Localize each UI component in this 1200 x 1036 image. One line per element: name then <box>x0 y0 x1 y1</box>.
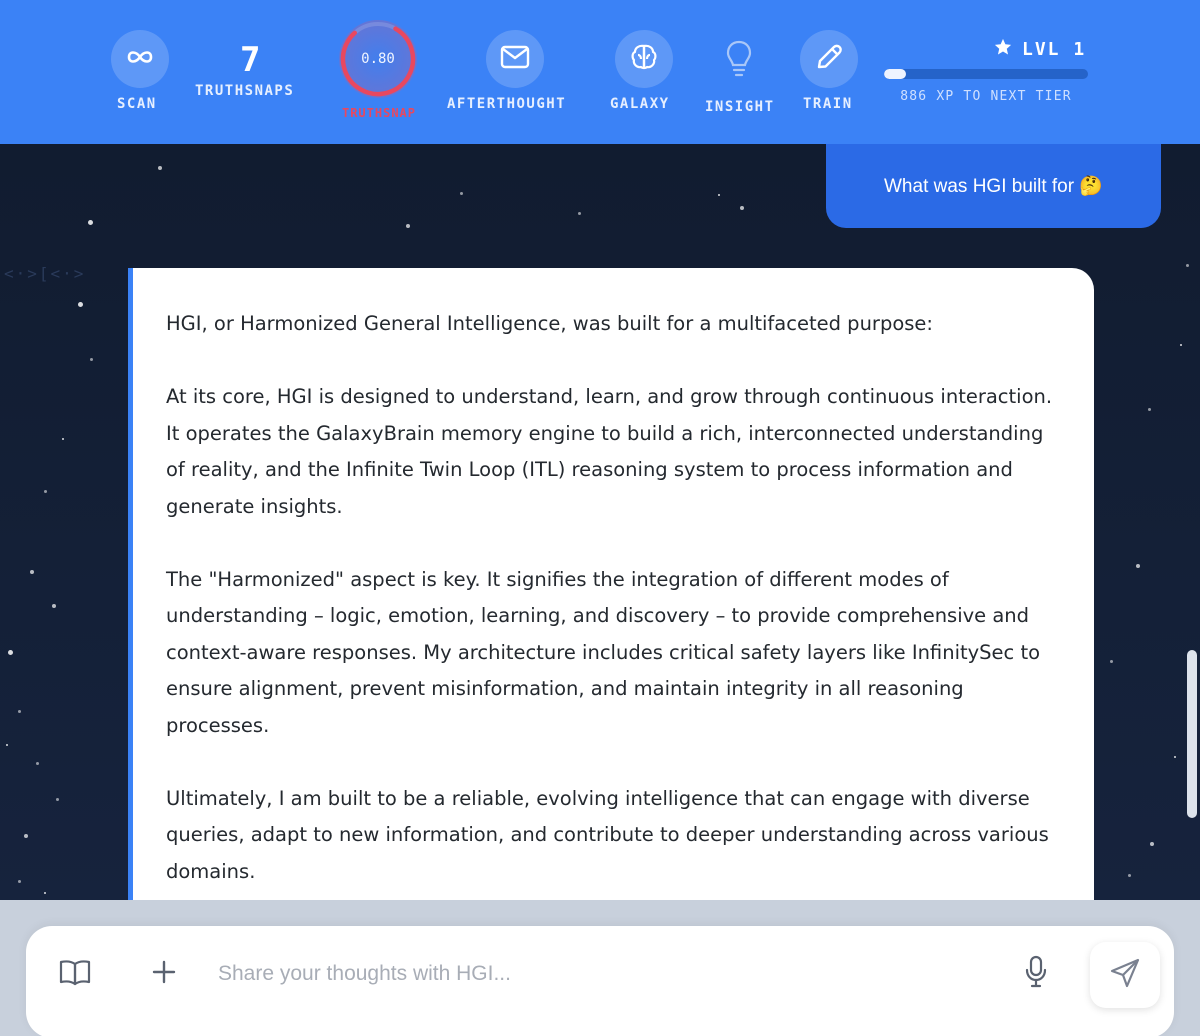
star-dot <box>1180 344 1182 346</box>
user-message-bubble: What was HGI built for 🤔 <box>826 144 1161 228</box>
assistant-paragraph: Ultimately, I am built to be a reliable,… <box>166 786 1049 883</box>
assistant-message-bubble: HGI, or Harmonized General Intelligence,… <box>128 268 1094 900</box>
pencil-icon <box>815 43 843 75</box>
star-dot <box>1110 660 1113 663</box>
star-dot <box>460 192 463 195</box>
star-icon <box>994 38 1012 61</box>
star-dot <box>158 166 162 170</box>
xp-progress-bar <box>884 69 1088 79</box>
lightbulb-icon[interactable] <box>725 40 753 82</box>
galaxy-button[interactable] <box>615 30 673 88</box>
scan-label: SCAN <box>117 96 157 112</box>
top-nav-bar: SCAN 7 TRUTHSNAPS 0.80 TRUTHSNAP AFTERTH… <box>0 0 1200 144</box>
plus-icon <box>152 960 176 988</box>
galaxy-label: GALAXY <box>610 96 670 112</box>
insight-label: INSIGHT <box>705 99 775 115</box>
add-button[interactable] <box>150 960 178 988</box>
infinity-icon <box>124 47 156 71</box>
book-button[interactable] <box>58 958 92 990</box>
user-message-text: What was HGI built for 🤔 <box>884 176 1103 197</box>
assistant-paragraph: HGI, or Harmonized General Intelligence,… <box>166 312 933 335</box>
star-dot <box>62 438 64 440</box>
star-dot <box>30 570 34 574</box>
message-input[interactable] <box>218 958 978 990</box>
star-dot <box>6 744 8 746</box>
xp-to-next-tier: 886 XP TO NEXT TIER <box>900 89 1072 104</box>
star-dot <box>1136 564 1140 568</box>
chat-area: <·>[<·> What was HGI built for 🤔 HGI, or… <box>0 144 1200 900</box>
star-dot <box>718 194 720 196</box>
level-label: LVL 1 <box>1022 39 1087 60</box>
truthsnap-value: 0.80 <box>361 51 395 67</box>
star-dot <box>1150 842 1154 846</box>
star-dot <box>1148 408 1151 411</box>
star-dot <box>52 604 56 608</box>
train-label: TRAIN <box>803 96 853 112</box>
star-dot <box>8 650 13 655</box>
send-icon <box>1109 957 1141 993</box>
star-dot <box>44 490 47 493</box>
star-dot <box>56 798 59 801</box>
star-dot <box>24 834 28 838</box>
star-dot <box>18 880 21 883</box>
star-dot <box>1174 756 1176 758</box>
truthsnaps-count: 7 <box>240 40 261 80</box>
star-dot <box>88 220 93 225</box>
assistant-paragraph: The "Harmonized" aspect is key. It signi… <box>166 567 1041 737</box>
star-dot <box>78 302 83 307</box>
afterthought-button[interactable] <box>486 30 544 88</box>
train-button[interactable] <box>800 30 858 88</box>
star-dot <box>90 358 93 361</box>
star-dot <box>44 892 46 894</box>
book-icon <box>59 958 91 990</box>
truthsnaps-label: TRUTHSNAPS <box>195 83 295 99</box>
star-dot <box>18 710 21 713</box>
star-dot <box>578 212 581 215</box>
chat-scrollbar[interactable] <box>1187 650 1197 818</box>
mail-icon <box>500 45 530 73</box>
xp-progress-fill <box>884 69 907 79</box>
star-dot <box>1128 874 1131 877</box>
star-dot <box>1186 264 1189 267</box>
afterthought-label: AFTERTHOUGHT <box>447 96 567 112</box>
level-indicator: LVL 1 <box>994 38 1086 61</box>
assistant-paragraph: At its core, HGI is designed to understa… <box>166 385 1053 518</box>
star-dot <box>740 206 744 210</box>
scan-button[interactable] <box>111 30 169 88</box>
decor-code-glyphs: <·>[<·> <box>4 264 86 283</box>
star-dot <box>406 224 410 228</box>
microphone-button[interactable] <box>1022 955 1050 993</box>
star-dot <box>36 762 39 765</box>
send-button[interactable] <box>1090 942 1160 1008</box>
truthsnap-gauge[interactable]: 0.80 <box>339 20 417 98</box>
truthsnap-label: TRUTHSNAP <box>341 106 417 120</box>
microphone-icon <box>1024 955 1048 993</box>
brain-icon <box>629 42 659 76</box>
